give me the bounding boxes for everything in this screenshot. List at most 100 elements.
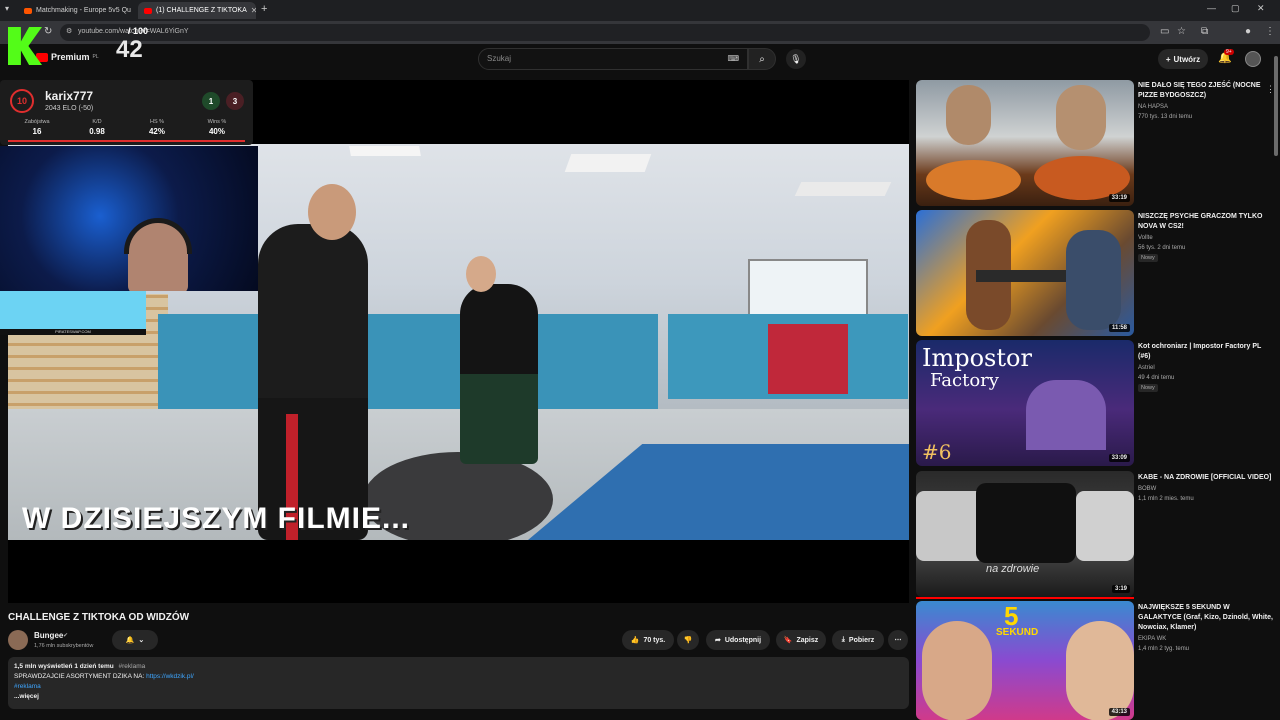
description-line: SPRAWDZAJCIE ASORTYMENT DZIKA NA: https:… xyxy=(14,672,903,682)
search-input[interactable]: Szukaj ⌨ xyxy=(478,48,748,70)
recommendation-thumbnail[interactable]: na zdrowie 3:19 xyxy=(916,471,1134,597)
overlay-score-small: / 100 xyxy=(128,26,149,36)
ceiling-light xyxy=(349,146,421,156)
description-box[interactable]: 1,5 mln wyświetleń 1 dzień temu #reklama… xyxy=(8,657,909,709)
subscriber-count: 1,76 mln subskrybentów xyxy=(34,643,94,649)
ceiling-light xyxy=(564,154,652,172)
subscribe-bell-button[interactable]: 🔔 ⌄ xyxy=(112,630,158,650)
thumb-character xyxy=(1066,230,1121,330)
recommendation-thumbnail[interactable]: 5 SEKUND 43:13 xyxy=(916,601,1134,720)
recommendation-channel[interactable]: Vollte xyxy=(1138,233,1273,243)
stat-value: 42% xyxy=(148,127,165,136)
plus-icon: + xyxy=(1165,54,1171,64)
youtube-icon xyxy=(144,7,152,14)
faceit-stat-kills: Zabójstwa 16 xyxy=(12,119,62,136)
recommendation-meta: 1,4 mln 2 tyg. temu xyxy=(1138,646,1190,652)
channel-name[interactable]: Bungee xyxy=(34,631,63,640)
recommendation-title[interactable]: Kot ochroniarz | Impostor Factory PL (#6… xyxy=(1138,342,1273,362)
show-more-link[interactable]: ...więcej xyxy=(14,692,903,702)
faceit-elo: 2043 ELO (-50) xyxy=(45,105,94,112)
new-badge: Nowy xyxy=(1138,384,1158,392)
thumb-text: Factory xyxy=(930,370,999,391)
stats-tag[interactable]: #reklama xyxy=(119,663,146,670)
tab-list-icon[interactable]: ▾ xyxy=(5,4,9,13)
keyboard-icon[interactable]: ⌨ xyxy=(727,54,739,63)
site-info-icon[interactable]: ⚙ xyxy=(66,27,72,35)
recommendation-title[interactable]: NISZCZĘ PSYCHE GRACZOM TYLKO NOVA W CS2! xyxy=(1138,212,1273,232)
faceit-stat-winrate: Wins % 40% xyxy=(192,119,242,136)
recommendation-channel[interactable]: Astriel xyxy=(1138,363,1273,373)
create-button[interactable]: + Utwórz xyxy=(1158,49,1208,69)
stat-label: Wins % xyxy=(207,119,227,125)
cast-icon[interactable]: ▭ xyxy=(1160,26,1169,37)
recommendation-channel[interactable]: NA HAPSA xyxy=(1138,102,1273,112)
save-button[interactable]: 🔖 Zapisz xyxy=(776,630,826,650)
youtube-logo[interactable]: Premium PL xyxy=(36,52,99,62)
close-window-icon[interactable]: ✕ xyxy=(1257,3,1265,14)
new-tab-icon[interactable]: + xyxy=(261,3,267,15)
download-button[interactable]: ⤓ Pobierz xyxy=(832,630,884,650)
recommendation-thumbnail[interactable]: 33:19 xyxy=(916,80,1134,206)
verified-icon: ✔ xyxy=(63,633,69,639)
thumb-building xyxy=(1026,380,1106,450)
faceit-level-badge: 10 xyxy=(10,89,34,113)
tab-matchmaking[interactable]: Matchmaking - Europe 5v5 Qu ✕ xyxy=(18,2,136,19)
reload-icon[interactable]: ↻ xyxy=(44,26,52,37)
like-button[interactable]: 👍 70 tys. xyxy=(622,630,674,650)
more-actions-button[interactable]: ⋯ xyxy=(888,630,908,650)
thumbs-up-icon: 👍 xyxy=(630,637,640,644)
stat-value: 40% xyxy=(208,127,225,136)
description-link[interactable]: https://wkdzik.pl/ xyxy=(146,673,194,680)
dislike-button[interactable]: 👎 xyxy=(677,630,699,650)
description-hashtag[interactable]: #reklama xyxy=(14,682,903,692)
recommendation-channel[interactable]: EKIPA WK xyxy=(1138,634,1273,644)
overlay-score-big: 42 xyxy=(116,36,143,63)
close-icon[interactable]: ✕ xyxy=(135,6,136,15)
search-button[interactable]: ⌕ xyxy=(748,48,776,70)
search-placeholder: Szukaj xyxy=(487,54,512,63)
thumb-face xyxy=(1056,85,1106,150)
faceit-wins: 1 xyxy=(202,92,220,110)
recommendation-thumbnail[interactable]: Impostor Factory #6 33:09 xyxy=(916,340,1134,466)
tab-youtube[interactable]: (1) CHALLENGE Z TIKTOKA ✕ xyxy=(138,2,256,19)
bookmark-star-icon[interactable]: ☆ xyxy=(1177,26,1186,37)
watch-progress-bar xyxy=(916,597,1134,599)
chevron-down-icon: ⌄ xyxy=(138,637,145,644)
minimize-icon[interactable]: — xyxy=(1207,3,1216,13)
premium-label: Premium xyxy=(51,52,90,62)
video-duration: 3:19 xyxy=(1111,585,1130,593)
profile-icon[interactable]: ● xyxy=(1245,26,1251,37)
avatar[interactable] xyxy=(1245,51,1261,67)
video-duration: 33:19 xyxy=(1108,194,1130,202)
recommendation-thumbnail[interactable]: 11:58 xyxy=(916,210,1134,336)
thumb-number: #6 xyxy=(922,440,952,464)
person-left xyxy=(258,224,368,540)
share-button[interactable]: ➦ Udostępnij xyxy=(706,630,770,650)
scrollbar[interactable] xyxy=(1274,56,1278,156)
tab-label: Matchmaking - Europe 5v5 Qu xyxy=(36,7,131,14)
faceit-losses: 3 xyxy=(226,92,244,110)
video-duration: 33:09 xyxy=(1108,454,1130,462)
tab-label: (1) CHALLENGE Z TIKTOKA xyxy=(156,7,247,14)
voice-search-button[interactable]: 🎙 xyxy=(786,49,806,69)
view-stats: 1,5 mln wyświetleń 1 dzień temu xyxy=(14,663,114,670)
extensions-icon[interactable]: ⧉ xyxy=(1201,26,1208,37)
thumb-group xyxy=(976,483,1076,563)
faceit-stat-hs: HS % 42% xyxy=(132,119,182,136)
maximize-icon[interactable]: ▢ xyxy=(1231,3,1240,14)
notifications-button[interactable]: 🔔 9+ xyxy=(1218,49,1234,64)
menu-dots-icon[interactable]: ⋮ xyxy=(1265,26,1275,37)
create-label: Utwórz xyxy=(1173,54,1201,64)
recommendation-meta: 56 tys. 2 dni temu xyxy=(1138,245,1186,251)
faceit-progress-bar xyxy=(8,140,245,142)
close-icon[interactable]: ✕ xyxy=(251,6,256,15)
recommendation-title[interactable]: NAJWIĘKSZE 5 SEKUND W GALAKTYCE (Graf, K… xyxy=(1138,603,1273,633)
recommendation-channel[interactable]: BOBW xyxy=(1138,484,1273,494)
channel-avatar[interactable] xyxy=(8,630,28,650)
recommendation-title[interactable]: NIE DAŁO SIĘ TEGO ZJEŚĆ (NOCNE PIZZE BYD… xyxy=(1138,81,1273,101)
video-duration: 11:58 xyxy=(1108,324,1130,332)
recommendation-meta: 770 tys. 13 dni temu xyxy=(1138,114,1193,120)
thumb-car xyxy=(1076,491,1134,561)
recommendation-title[interactable]: KABE - NA ZDROWIE [OFFICIAL VIDEO] xyxy=(1138,473,1273,483)
url-field[interactable]: ⚙ youtube.com/watch?v=WAL6YiGnY xyxy=(60,24,1150,41)
